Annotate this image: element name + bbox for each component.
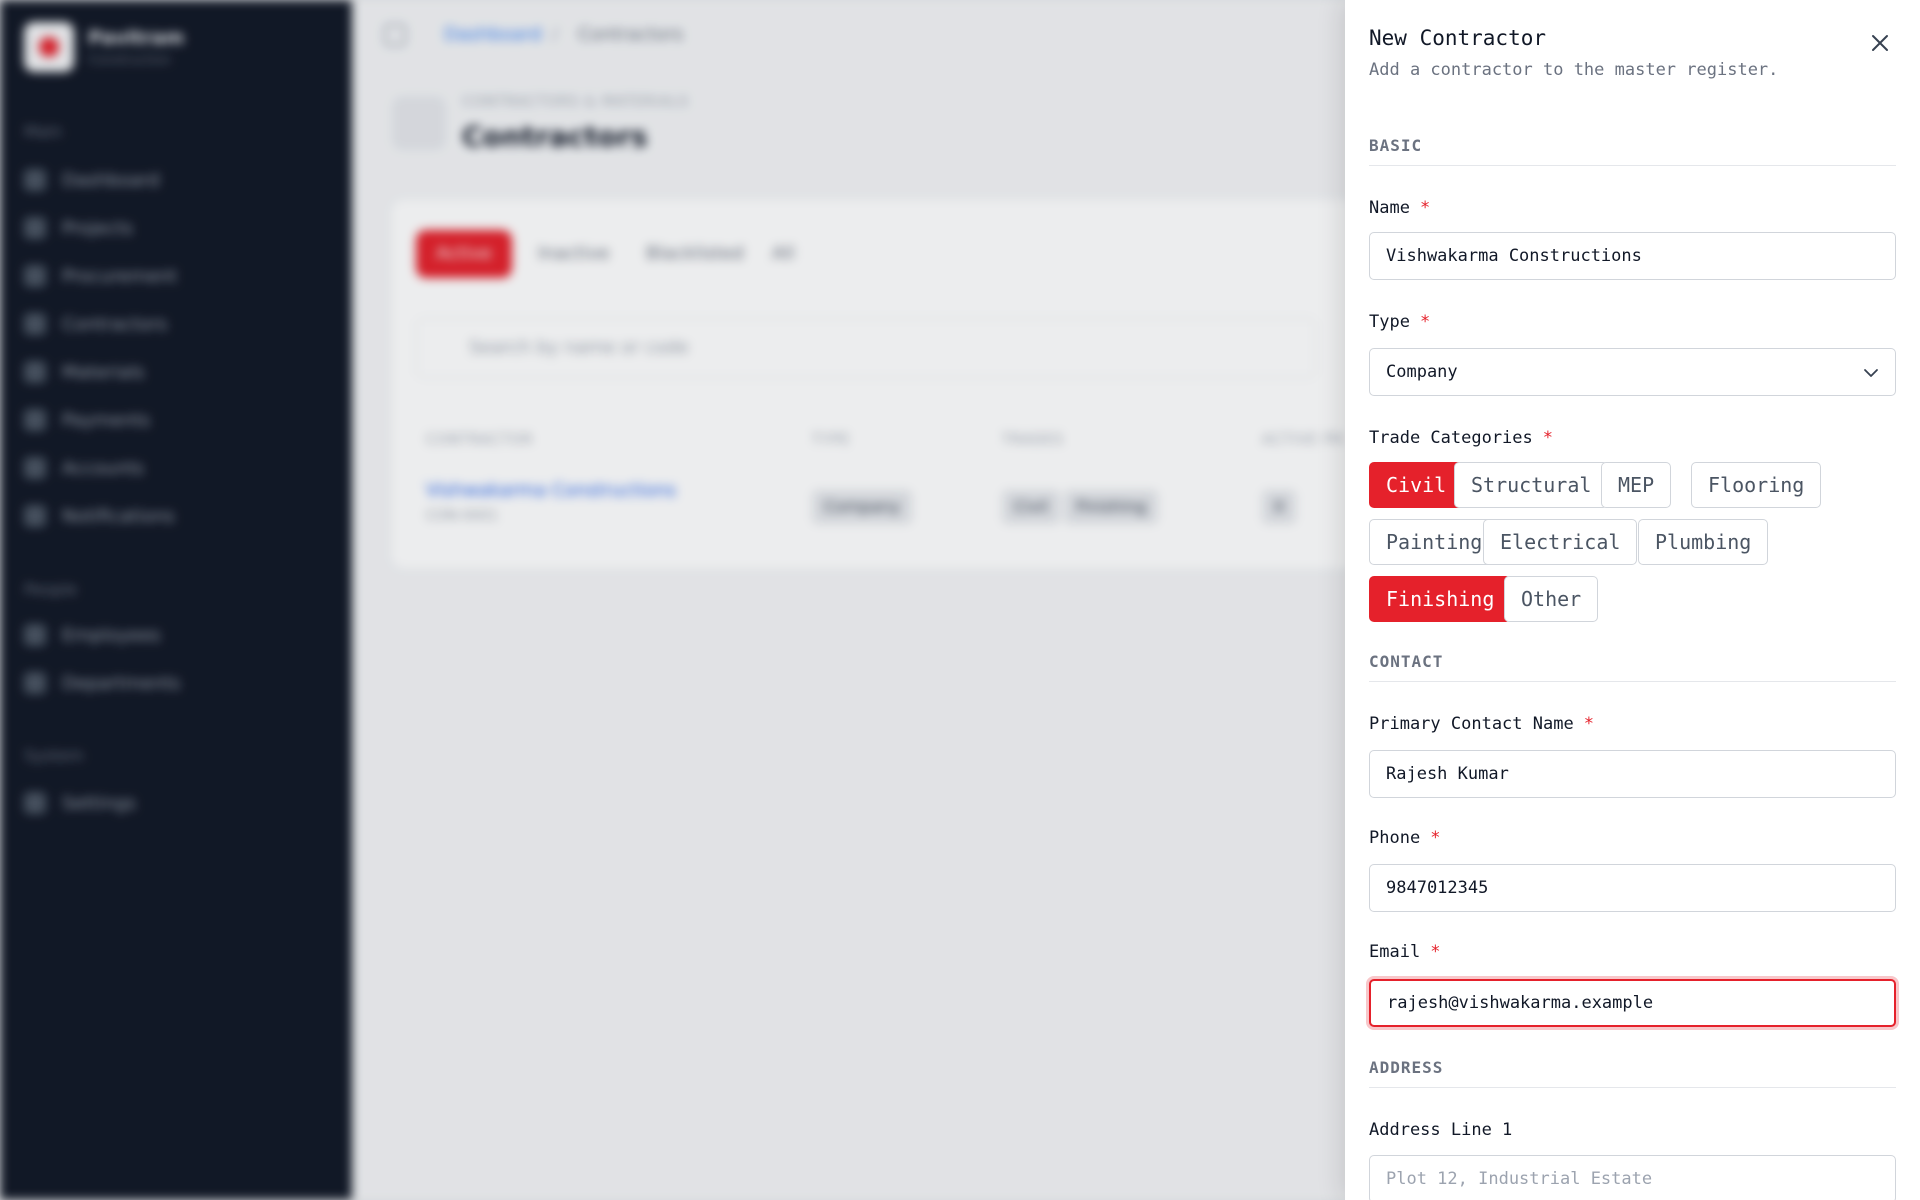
section-address: ADDRESS	[1369, 1058, 1896, 1088]
trade-chip-flooring[interactable]: Flooring	[1691, 462, 1822, 508]
drawer-subtitle: Add a contractor to the master register.	[1369, 60, 1779, 80]
primary-contact-label: Primary Contact Name *	[1369, 714, 1594, 734]
new-contractor-drawer: New Contractor Add a contractor to the m…	[1345, 0, 1920, 1200]
phone-label: Phone *	[1369, 828, 1440, 848]
address-line1-label: Address Line 1	[1369, 1120, 1512, 1140]
name-label-text: Name	[1369, 198, 1410, 218]
email-field[interactable]	[1369, 979, 1896, 1027]
required-mark: *	[1430, 942, 1441, 962]
drawer-title: New Contractor	[1369, 26, 1547, 50]
required-mark: *	[1542, 428, 1554, 448]
phone-field[interactable]	[1369, 864, 1896, 912]
name-label: Name *	[1369, 198, 1430, 218]
trade-categories-label: Trade Categories *	[1369, 428, 1553, 448]
type-select[interactable]: Company	[1369, 348, 1896, 396]
phone-label-text: Phone	[1369, 828, 1421, 848]
trade-chip-electrical[interactable]: Electrical	[1483, 519, 1638, 565]
trade-chip-civil[interactable]: Civil	[1369, 462, 1464, 508]
trade-chip-plumbing[interactable]: Plumbing	[1638, 519, 1769, 565]
trade-chip-finishing[interactable]: Finishing	[1369, 576, 1512, 622]
trade-categories-label-text: Trade Categories	[1369, 428, 1533, 448]
trade-chip-painting[interactable]: Painting	[1369, 519, 1500, 565]
required-mark: *	[1419, 198, 1431, 218]
chevron-down-icon	[1864, 369, 1878, 377]
primary-contact-field[interactable]	[1369, 750, 1896, 798]
address-line1-field[interactable]	[1369, 1155, 1896, 1200]
close-icon[interactable]	[1865, 28, 1895, 58]
name-field[interactable]	[1369, 232, 1896, 280]
primary-contact-label-text: Primary Contact Name	[1369, 714, 1574, 734]
trade-chip-other[interactable]: Other	[1504, 576, 1599, 622]
required-mark: *	[1419, 312, 1431, 332]
type-select-value: Company	[1386, 362, 1458, 382]
address-line1-label-text: Address Line 1	[1369, 1120, 1513, 1140]
trade-chip-structural[interactable]: Structural	[1454, 462, 1609, 508]
section-basic: BASIC	[1369, 136, 1896, 166]
type-label-text: Type	[1369, 312, 1410, 332]
email-label-text: Email	[1369, 942, 1421, 962]
section-contact: CONTACT	[1369, 652, 1896, 682]
required-mark: *	[1583, 714, 1594, 734]
email-label: Email *	[1369, 942, 1440, 962]
trade-chip-mep[interactable]: MEP	[1601, 462, 1672, 508]
type-label: Type *	[1369, 312, 1430, 332]
required-mark: *	[1430, 828, 1441, 848]
